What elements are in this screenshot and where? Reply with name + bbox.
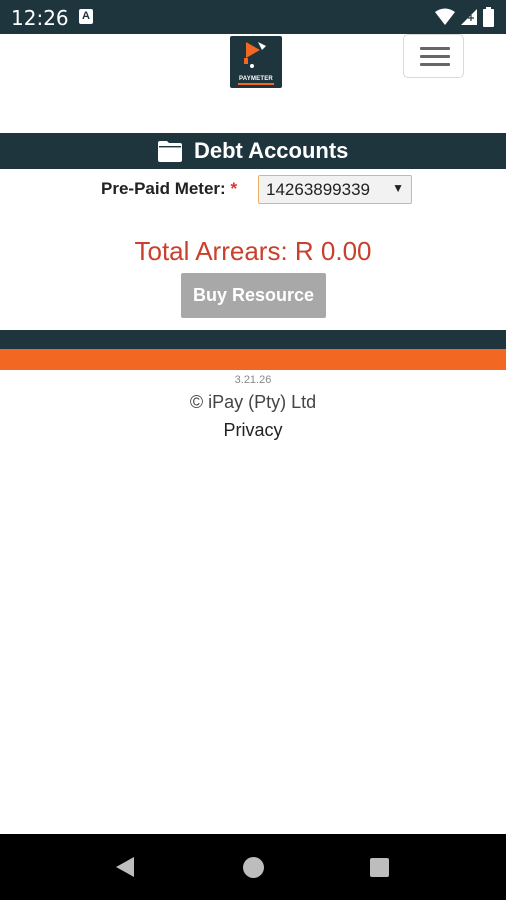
back-icon[interactable] bbox=[115, 856, 135, 878]
wifi-icon bbox=[435, 8, 455, 25]
app-header: PAYMETER bbox=[0, 34, 506, 132]
recent-apps-icon[interactable] bbox=[370, 858, 389, 877]
folder-icon bbox=[158, 141, 182, 162]
meter-selected-value: 14263899339 bbox=[266, 180, 371, 199]
meter-label-text: Pre-Paid Meter: bbox=[101, 179, 226, 198]
home-icon[interactable] bbox=[243, 857, 264, 878]
privacy-link[interactable]: Privacy bbox=[0, 420, 506, 441]
status-icons bbox=[435, 7, 494, 27]
copyright-text: © iPay (Pty) Ltd bbox=[189, 392, 317, 412]
paymeter-logo[interactable]: PAYMETER bbox=[230, 36, 282, 88]
status-time: 12:26 bbox=[11, 6, 69, 30]
meter-label: Pre-Paid Meter: * bbox=[101, 179, 237, 199]
status-bar: 12:26 A bbox=[0, 0, 506, 34]
logo-text: PAYMETER bbox=[239, 76, 273, 82]
logo-mark-icon bbox=[244, 42, 266, 68]
required-mark: * bbox=[230, 179, 238, 198]
buy-resource-button[interactable]: Buy Resource bbox=[181, 273, 326, 318]
menu-bar-middle bbox=[420, 55, 450, 58]
signal-icon bbox=[461, 9, 477, 25]
logo-underline bbox=[238, 83, 274, 85]
meter-select[interactable]: 14263899339 ▼ bbox=[258, 175, 412, 204]
footer-orange-band bbox=[0, 349, 506, 370]
page-title-band: Debt Accounts bbox=[0, 133, 506, 169]
meter-row: Pre-Paid Meter: * 14263899339 ▼ bbox=[0, 174, 506, 206]
chevron-down-icon: ▼ bbox=[392, 181, 404, 195]
a-notification-icon: A bbox=[79, 9, 93, 24]
page-title: Debt Accounts bbox=[194, 138, 349, 163]
system-nav-bar bbox=[0, 834, 506, 900]
footer-dark-band bbox=[0, 330, 506, 349]
menu-bar-top bbox=[420, 47, 450, 50]
menu-bar-bottom bbox=[420, 63, 450, 66]
hamburger-menu-icon[interactable] bbox=[403, 34, 464, 78]
app-version: 3.21.26 bbox=[234, 374, 272, 386]
total-arrears: Total Arrears: R 0.00 bbox=[134, 236, 372, 266]
battery-icon bbox=[483, 7, 494, 27]
